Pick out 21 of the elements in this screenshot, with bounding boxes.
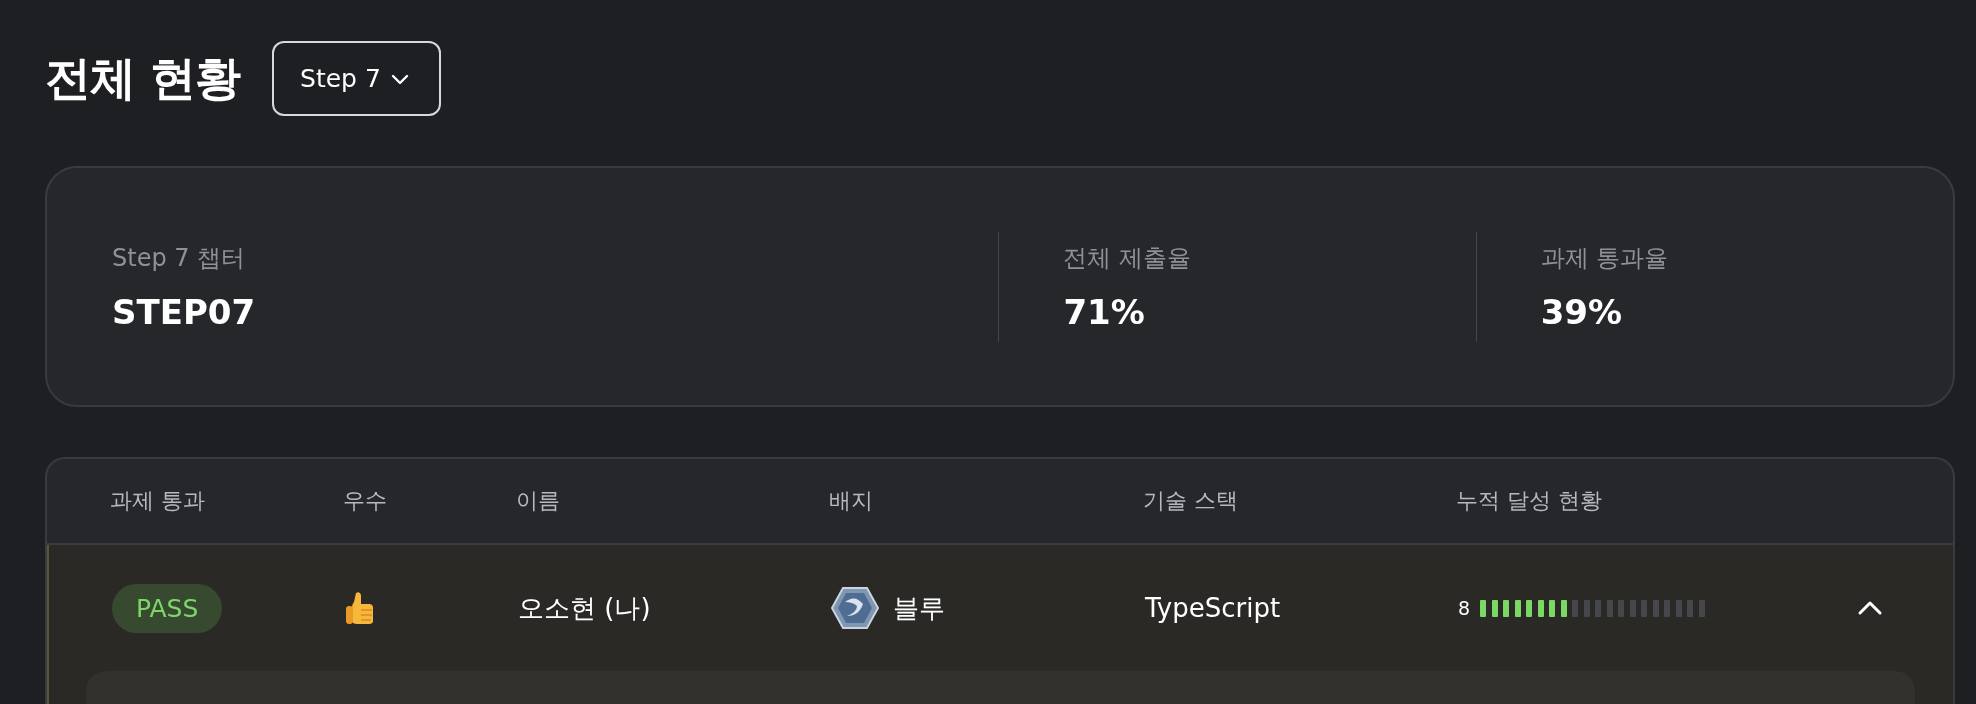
student-name: 오소현 (나) xyxy=(518,591,651,625)
stat-value: 71% xyxy=(1063,291,1146,332)
column-header: 누적 달성 현황 xyxy=(1456,487,1603,515)
stat-value: 39% xyxy=(1540,291,1624,332)
tech-stack: TypeScript xyxy=(1145,593,1281,623)
column-header: 우수 xyxy=(343,487,388,515)
page-title: 전체 현황 xyxy=(45,49,240,107)
column-header: 이름 xyxy=(516,487,561,515)
stat-label: 과제 통과율 xyxy=(1540,242,1670,274)
step-dropdown[interactable]: Step 7 xyxy=(272,41,441,116)
badge-name: 블루 xyxy=(893,591,945,625)
status-badge: PASS xyxy=(112,583,223,633)
progress-count: 8 xyxy=(1458,597,1471,619)
column-header: 과제 통과 xyxy=(110,487,206,515)
chevron-down-icon xyxy=(390,72,409,85)
hexagon-badge-icon xyxy=(831,586,879,630)
column-header: 기술 스택 xyxy=(1143,487,1239,515)
stat-label: Step 7 챕터 xyxy=(112,242,247,274)
column-header: 배지 xyxy=(829,487,874,515)
stat-label: 전체 제출율 xyxy=(1063,242,1192,274)
stat-value: STEP07 xyxy=(112,291,257,332)
